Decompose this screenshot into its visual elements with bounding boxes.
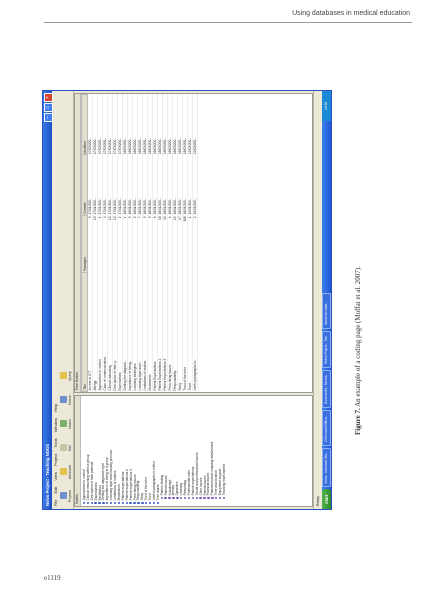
node-list-pane: Free Nodes Title Passages Created Modified … — [74, 93, 313, 393]
node-icon — [141, 501, 144, 504]
node-icon — [207, 496, 210, 499]
node-icon — [176, 496, 179, 499]
taskbar-item[interactable]: NVivo Project - Tea.. — [322, 330, 331, 368]
node-icon — [86, 501, 90, 504]
node-icon — [168, 496, 171, 499]
node-icon — [199, 496, 202, 499]
toolbar-button[interactable]: Search — [59, 390, 72, 410]
node-icon — [148, 501, 152, 504]
taskbar-item[interactable]: Inbox - Microsoft Out.. — [322, 448, 331, 488]
node-icon — [82, 501, 86, 504]
header-rule — [44, 22, 412, 23]
table-row[interactable]: Useful paragraphs to.. 2 19/01/200.. 19/03/… — [192, 94, 198, 392]
toolbar-icon — [59, 468, 67, 476]
menu-item[interactable]: File — [53, 500, 58, 506]
node-icon — [90, 501, 93, 504]
taskbar-item[interactable]: Document1 - Micros.. — [322, 369, 331, 409]
node-icon — [121, 501, 125, 504]
toolbar-icon — [59, 372, 67, 380]
menu-item[interactable]: Help — [53, 404, 58, 412]
cell-passages: 2 — [192, 215, 198, 273]
toolbar-label: Query — [67, 371, 72, 381]
toolbar-button[interactable]: Query — [59, 366, 72, 386]
taskbar-item[interactable]: Adobe Acrobat.. — [322, 292, 331, 329]
figure-label: Figure 7. — [354, 408, 362, 435]
node-icon — [187, 496, 191, 499]
toolbar-button[interactable]: Nodes — [59, 414, 72, 434]
toolbar-icon — [59, 444, 67, 452]
node-icon — [98, 501, 101, 504]
node-icon — [106, 501, 109, 504]
toolbar-icon — [59, 420, 67, 428]
taskbar-item[interactable]: 2 Microsoft Office.. — [322, 410, 331, 447]
node-tree: Approaches to control Clinical reasoning … — [81, 396, 227, 506]
tree-node-label: Teaching environment — [222, 464, 227, 496]
toolbar-label: Attributes — [67, 464, 72, 480]
toolbar-button[interactable]: Projects — [59, 486, 72, 506]
node-icon — [203, 496, 206, 499]
node-icon — [102, 501, 105, 504]
toolbar-label: Edit — [67, 445, 72, 451]
start-button[interactable]: start — [322, 489, 331, 509]
toolbar-icon — [59, 492, 67, 500]
toolbar-button[interactable]: Attributes — [59, 462, 72, 482]
title-bar: Nvivo Project - Teaching NOGS – □ × — [43, 91, 53, 509]
toolbar-button[interactable]: Edit — [59, 438, 72, 458]
menu-item[interactable]: Project — [53, 454, 58, 466]
node-table: Title Passages Created Modified Access to I… — [81, 94, 198, 392]
nvivo-window: Nvivo Project - Teaching NOGS – □ × File… — [42, 90, 332, 510]
node-icon — [156, 501, 160, 504]
toolbar-label: Search — [67, 394, 72, 406]
menu-item[interactable]: Window — [53, 418, 58, 432]
node-icon — [160, 496, 163, 499]
cell-title: Useful paragraphs to.. — [192, 272, 198, 392]
cell-modified: 19/03/200.. — [192, 94, 198, 155]
figure-caption: Figure 7. An example of a coding page (M… — [354, 266, 366, 595]
node-icon — [152, 501, 156, 504]
taskbar: start Inbox - Microsoft Out.. 2 Microsoft… — [322, 91, 331, 509]
node-icon — [94, 501, 97, 504]
menu-item[interactable]: View — [53, 472, 58, 481]
menu-item[interactable]: Edit — [53, 487, 58, 494]
node-tree-pane: Nodes Approaches to control Clinical reas… — [74, 395, 313, 507]
node-icon — [133, 501, 136, 504]
system-tray-clock: 14:36 — [322, 91, 331, 121]
node-icon — [180, 496, 183, 499]
node-icon — [172, 496, 175, 499]
node-icon — [113, 501, 117, 504]
window-title: Nvivo Project - Teaching NOGS — [45, 443, 50, 506]
running-head: Using databases in medical education — [292, 10, 410, 17]
node-icon — [137, 501, 140, 504]
node-icon — [117, 501, 121, 504]
page-number: e1119 — [44, 574, 61, 582]
toolbar-label: Nodes — [67, 419, 72, 429]
node-icon — [195, 496, 198, 499]
node-icon — [129, 501, 132, 504]
toolbar: Projects Attributes Edit Nodes Search Query — [58, 91, 74, 509]
node-icon — [164, 496, 167, 499]
node-icon — [215, 496, 218, 499]
node-icon — [125, 501, 128, 504]
toolbar-label: Projects — [67, 489, 72, 503]
status-bar: Ready — [313, 91, 322, 509]
node-icon — [218, 496, 222, 499]
cell-created: 19/01/200.. — [192, 154, 198, 216]
figure-caption-text: An example of a coding page (Moffat et a… — [354, 266, 362, 407]
node-icon — [191, 496, 195, 499]
node-icon — [145, 501, 148, 504]
menu-item[interactable]: Tools — [53, 438, 58, 447]
node-icon — [222, 496, 226, 499]
node-icon — [183, 496, 187, 499]
toolbar-icon — [59, 396, 67, 404]
tree-node[interactable]: Teaching environment — [222, 398, 226, 504]
figure-screenshot: Nvivo Project - Teaching NOGS – □ × File… — [42, 90, 332, 510]
node-icon — [109, 501, 113, 504]
node-icon — [211, 496, 214, 499]
